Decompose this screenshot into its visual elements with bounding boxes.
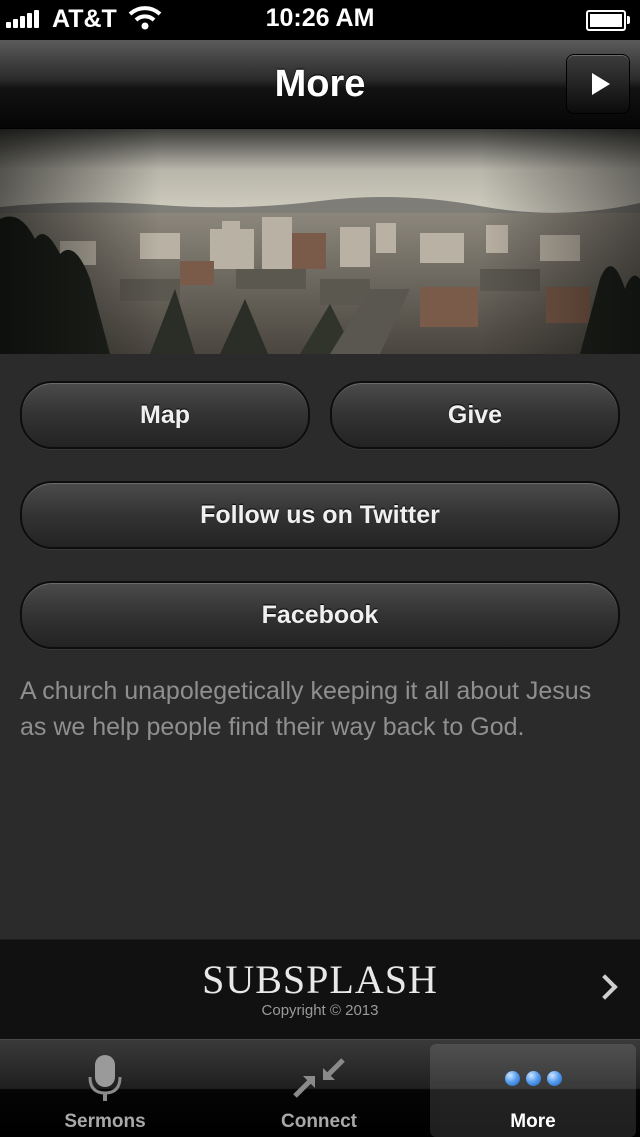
give-button[interactable]: Give [330, 381, 620, 449]
connect-arrows-icon [216, 1052, 422, 1104]
status-bar: AT&T 10:26 AM [0, 0, 640, 40]
copyright-text: Copyright © 2013 [261, 1002, 379, 1019]
battery-icon [586, 10, 630, 31]
microphone-icon [2, 1052, 208, 1104]
tab-connect-label: Connect [281, 1111, 357, 1132]
church-description: A church unapolegetically keeping it all… [20, 677, 592, 741]
tab-bar: Sermons Connect More [0, 1039, 640, 1137]
page-title: More [274, 63, 366, 105]
navigation-bar: More [0, 40, 640, 129]
tab-more[interactable]: More [430, 1044, 636, 1137]
subsplash-banner[interactable]: SUBSPLASH Copyright © 2013 [0, 939, 640, 1040]
city-skyline-image [0, 129, 640, 354]
tab-more-label: More [510, 1111, 556, 1132]
twitter-button[interactable]: Follow us on Twitter [20, 481, 620, 549]
tab-sermons[interactable]: Sermons [2, 1044, 208, 1137]
content-area: Map Give Follow us on Twitter Facebook A… [0, 354, 640, 939]
more-dots-icon [430, 1052, 636, 1104]
play-icon [591, 73, 610, 95]
now-playing-button[interactable] [566, 54, 630, 114]
status-time: 10:26 AM [265, 4, 375, 32]
tab-connect[interactable]: Connect [216, 1044, 422, 1137]
header-city-photo [0, 129, 640, 354]
facebook-button[interactable]: Facebook [20, 581, 620, 649]
map-button[interactable]: Map [20, 381, 310, 449]
subsplash-logo: SUBSPLASH [202, 957, 438, 1002]
tab-sermons-label: Sermons [64, 1111, 146, 1132]
